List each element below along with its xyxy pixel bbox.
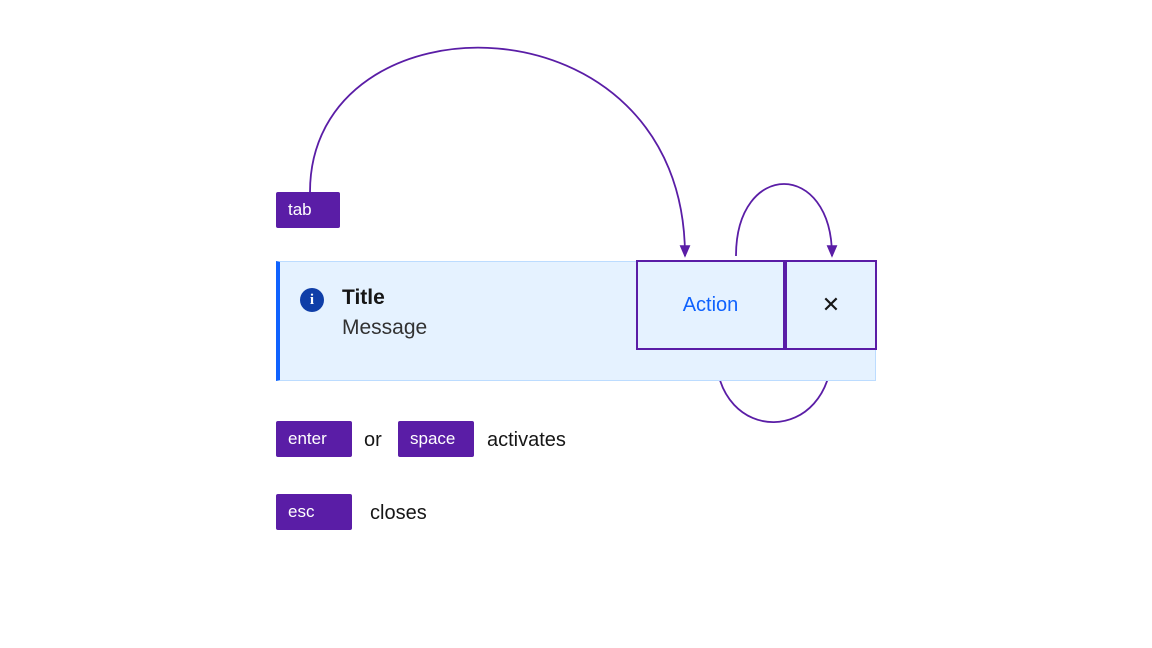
tab-key-label: tab <box>288 200 312 219</box>
action-label: Action <box>683 294 739 317</box>
action-button[interactable]: Action <box>636 260 785 350</box>
esc-key-label: esc <box>288 502 314 521</box>
enter-key: enter <box>276 421 352 457</box>
notification-title: Title <box>342 286 427 310</box>
notification: i Title Message Action ✕ <box>276 261 876 381</box>
enter-key-label: enter <box>288 429 327 448</box>
activates-label: activates <box>487 429 566 452</box>
notification-message: Message <box>342 316 427 340</box>
space-key: space <box>398 421 474 457</box>
space-key-label: space <box>410 429 455 448</box>
close-icon: ✕ <box>822 292 840 318</box>
esc-key: esc <box>276 494 352 530</box>
closes-label: closes <box>370 502 427 525</box>
tab-key: tab <box>276 192 340 228</box>
close-button[interactable]: ✕ <box>785 260 877 350</box>
info-icon: i <box>300 288 324 312</box>
or-label: or <box>364 429 382 452</box>
